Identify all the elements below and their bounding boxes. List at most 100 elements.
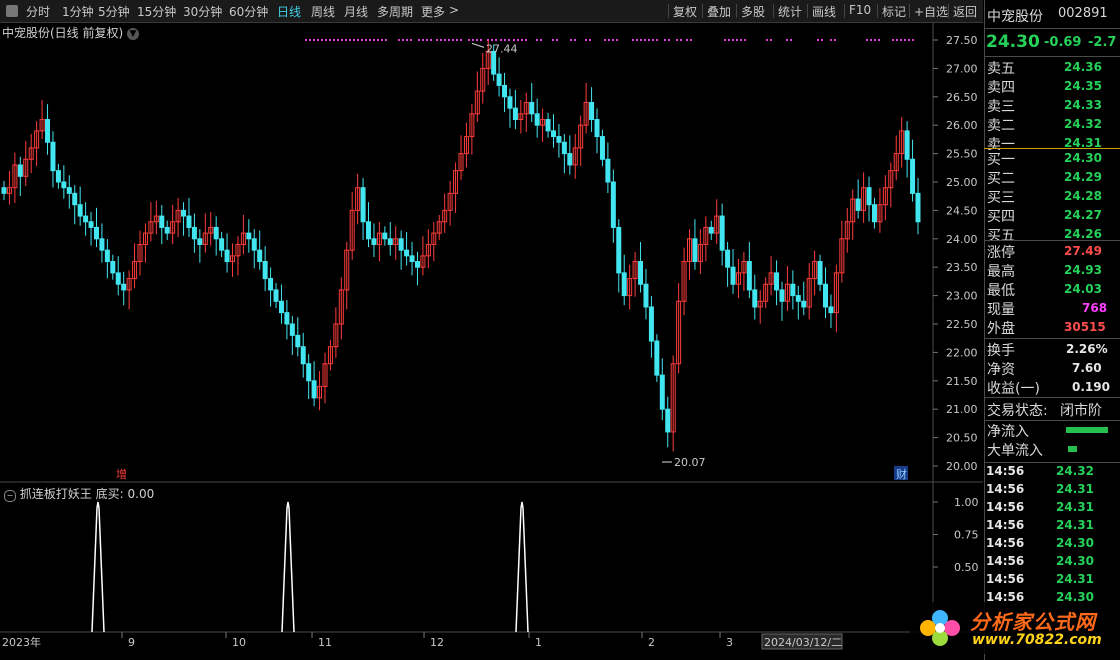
candle-body[interactable] xyxy=(648,306,654,342)
candle-body[interactable] xyxy=(817,261,823,285)
candle-body[interactable] xyxy=(88,221,94,228)
candle-body[interactable] xyxy=(191,226,197,240)
candle-body[interactable] xyxy=(589,101,595,121)
candle-body[interactable] xyxy=(605,158,611,183)
more-arrow-icon[interactable]: > xyxy=(449,3,459,17)
toolbar-button-3[interactable]: 统计 xyxy=(778,3,802,20)
candle-body[interactable] xyxy=(529,101,535,115)
period-tab-6[interactable]: 日线 xyxy=(277,3,301,20)
candle-body[interactable] xyxy=(823,283,829,308)
candle-body[interactable] xyxy=(77,204,83,217)
candle-body[interactable] xyxy=(866,187,872,206)
candle-body[interactable] xyxy=(93,226,99,240)
kline-chart[interactable]: 27.50 27.00 26.50 26.00 25.50 25.00 24.50 24.00… xyxy=(0,22,984,660)
candle-body[interactable] xyxy=(55,170,61,183)
period-tab-4[interactable]: 30分钟 xyxy=(183,3,222,20)
period-tab-10[interactable]: 更多 xyxy=(421,3,445,20)
candle-body[interactable] xyxy=(502,84,508,98)
candle-body[interactable] xyxy=(871,204,877,223)
candle-body[interactable] xyxy=(83,215,89,223)
candle-body[interactable] xyxy=(289,323,295,336)
period-tab-1[interactable]: 1分钟 xyxy=(62,3,94,20)
candle-body[interactable] xyxy=(45,119,51,143)
candle-body[interactable] xyxy=(197,238,203,245)
period-tab-0[interactable]: 分时 xyxy=(26,3,50,20)
period-tab-3[interactable]: 15分钟 xyxy=(137,3,176,20)
candle-body[interactable] xyxy=(1,187,7,194)
candle-body[interactable] xyxy=(534,113,540,126)
candle-body[interactable] xyxy=(409,255,415,263)
candle-body[interactable] xyxy=(257,249,263,263)
candle-body[interactable] xyxy=(496,73,502,86)
candle-body[interactable] xyxy=(904,130,910,160)
candle-body[interactable] xyxy=(61,181,67,189)
candle-body[interactable] xyxy=(268,278,274,291)
candle-body[interactable] xyxy=(795,295,801,302)
candle-body[interactable] xyxy=(643,283,649,308)
candle-body[interactable] xyxy=(659,374,665,410)
candle-body[interactable] xyxy=(104,249,110,263)
candle-body[interactable] xyxy=(708,226,714,234)
candle-body[interactable] xyxy=(164,226,170,234)
candle-body[interactable] xyxy=(545,119,551,132)
candle-body[interactable] xyxy=(115,272,121,285)
menu-icon[interactable] xyxy=(6,5,18,17)
candle-body[interactable] xyxy=(306,363,312,382)
candle-body[interactable] xyxy=(725,249,731,268)
toolbar-button-1[interactable]: 叠加 xyxy=(707,3,731,20)
candle-body[interactable] xyxy=(186,215,192,228)
candle-body[interactable] xyxy=(50,141,56,172)
candle-body[interactable] xyxy=(262,261,268,280)
candle-body[interactable] xyxy=(360,187,366,223)
candle-body[interactable] xyxy=(512,107,518,121)
period-tab-2[interactable]: 5分钟 xyxy=(98,3,130,20)
candle-body[interactable] xyxy=(181,209,187,217)
period-tab-7[interactable]: 周线 xyxy=(311,3,335,20)
candle-body[interactable] xyxy=(638,261,644,285)
candle-body[interactable] xyxy=(719,215,725,251)
candle-body[interactable] xyxy=(790,283,796,297)
candle-body[interactable] xyxy=(654,340,660,376)
candle-body[interactable] xyxy=(159,215,165,228)
toolbar-button-8[interactable]: 返回 xyxy=(953,3,977,20)
toolbar-button-5[interactable]: F10 xyxy=(849,3,871,17)
candle-body[interactable] xyxy=(213,226,219,240)
candle-body[interactable] xyxy=(219,238,225,251)
period-tab-5[interactable]: 60分钟 xyxy=(229,3,268,20)
candle-body[interactable] xyxy=(567,153,573,166)
candle-body[interactable] xyxy=(224,249,230,263)
candle-body[interactable] xyxy=(17,164,23,177)
candle-body[interactable] xyxy=(295,334,301,348)
candle-body[interactable] xyxy=(910,158,916,194)
candle-body[interactable] xyxy=(616,226,622,274)
candle-body[interactable] xyxy=(665,408,671,433)
candle-body[interactable] xyxy=(72,192,78,206)
candle-body[interactable] xyxy=(599,136,605,160)
candle-body[interactable] xyxy=(246,232,252,240)
toolbar-button-6[interactable]: 标记 xyxy=(882,3,906,20)
candle-body[interactable] xyxy=(915,192,921,223)
candle-body[interactable] xyxy=(507,96,513,109)
candle-body[interactable] xyxy=(610,181,616,228)
candle-body[interactable] xyxy=(752,289,758,308)
candle-body[interactable] xyxy=(284,312,290,325)
candle-body[interactable] xyxy=(855,198,861,211)
candle-body[interactable] xyxy=(278,300,284,314)
candle-body[interactable] xyxy=(774,272,780,291)
candle-body[interactable] xyxy=(110,261,116,274)
candle-body[interactable] xyxy=(366,221,372,240)
candle-body[interactable] xyxy=(746,261,752,291)
candle-body[interactable] xyxy=(404,249,410,257)
candle-body[interactable] xyxy=(801,300,807,308)
candle-body[interactable] xyxy=(99,238,105,251)
candle-body[interactable] xyxy=(414,261,420,268)
candle-body[interactable] xyxy=(556,136,562,143)
candle-body[interactable] xyxy=(273,289,279,302)
candle-body[interactable] xyxy=(398,238,404,251)
candle-body[interactable] xyxy=(371,238,377,245)
cai-marker[interactable]: 财 xyxy=(896,467,907,481)
collapse-icon[interactable]: − xyxy=(4,490,16,502)
candle-body[interactable] xyxy=(692,238,698,263)
toolbar-button-7[interactable]: +自选 xyxy=(914,3,948,20)
toolbar-button-0[interactable]: 复权 xyxy=(673,3,697,20)
